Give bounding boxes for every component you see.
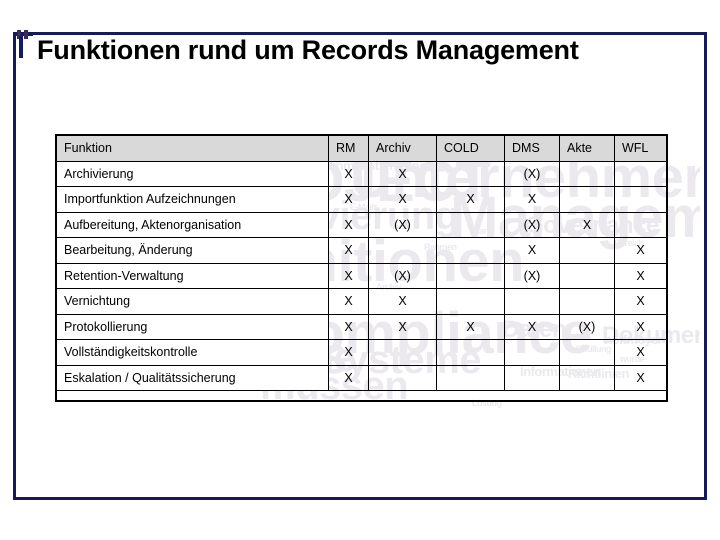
cell-cold [436,288,505,315]
cell-rm: X [328,262,369,289]
cell-akte [559,288,615,315]
page-title: Funktionen rund um Records Management [37,35,579,65]
cell-cold [436,237,505,264]
title-bar: Funktionen rund um Records Management [13,30,707,90]
cell-wfl: X [614,313,667,340]
table-row: Aufbereitung, Aktenorganisation X (X) (X… [56,211,667,238]
cell-dms: (X) [504,160,560,187]
cell-akte [559,186,615,213]
cell-wfl: X [614,237,667,264]
cell-dms: X [504,186,560,213]
cell-archiv: (X) [368,262,437,289]
cell-funktion: Importfunktion Aufzeichnungen [56,186,329,213]
cell-archiv: X [368,313,437,340]
table-row: Importfunktion Aufzeichnungen X X X X [56,186,667,213]
cell-funktion: Aufbereitung, Aktenorganisation [56,211,329,238]
bookmark-flag-icon [13,30,33,58]
table-row: Bearbeitung, Änderung X X X [56,237,667,264]
cell-funktion: Archivierung [56,160,329,187]
cell-cold: X [436,313,505,340]
cell-rm: X [328,211,369,238]
column-header-funktion: Funktion [56,135,329,162]
cell-cold [436,262,505,289]
cell-archiv: X [368,186,437,213]
cell-funktion: Vernichtung [56,288,329,315]
cell-wfl: X [614,339,667,366]
cell-akte [559,339,615,366]
cell-dms: (X) [504,211,560,238]
cell-akte: (X) [559,313,615,340]
column-header-rm: RM [328,135,369,162]
column-header-akte: Akte [559,135,615,162]
cell-cold [436,364,505,391]
cell-rm: X [328,313,369,340]
cell-archiv [368,339,437,366]
cell-akte: X [559,211,615,238]
cell-akte [559,364,615,391]
table-row: Vollständigkeitskontrolle X X [56,339,667,366]
cell-funktion: Bearbeitung, Änderung [56,237,329,264]
cell-rm: X [328,339,369,366]
cell-archiv: (X) [368,211,437,238]
cell-funktion: Vollständigkeitskontrolle [56,339,329,366]
cell-cold [436,160,505,187]
cell-archiv: X [368,288,437,315]
cell-rm: X [328,186,369,213]
table-header-row: Funktion RM Archiv COLD DMS Akte WFL [56,135,667,162]
table-row: Archivierung X X (X) [56,160,667,187]
table-row: Vernichtung X X X [56,288,667,315]
column-header-wfl: WFL [614,135,667,162]
cell-wfl [614,186,667,213]
cell-dms: X [504,237,560,264]
cell-rm: X [328,288,369,315]
table-row: Protokollierung X X X X (X) X [56,313,667,340]
cell-archiv [368,237,437,264]
watermark-word: Lösung [472,398,502,408]
column-header-dms: DMS [504,135,560,162]
cell-cold [436,339,505,366]
cell-akte [559,262,615,289]
cell-akte [559,237,615,264]
cell-archiv: X [368,160,437,187]
column-header-archiv: Archiv [368,135,437,162]
cell-dms: (X) [504,262,560,289]
column-header-cold: COLD [436,135,505,162]
cell-wfl: X [614,364,667,391]
cell-archiv [368,364,437,391]
cell-akte [559,160,615,187]
cell-cold: X [436,186,505,213]
funktionen-matrix-table: Funktion RM Archiv COLD DMS Akte WFL Arc… [56,135,667,391]
cell-dms [504,339,560,366]
cell-dms: X [504,313,560,340]
cell-dms [504,364,560,391]
cell-dms [504,288,560,315]
cell-funktion: Retention-Verwaltung [56,262,329,289]
cell-cold [436,211,505,238]
table-row: Eskalation / Qualitätssicherung X X [56,364,667,391]
cell-rm: X [328,237,369,264]
cell-rm: X [328,160,369,187]
cell-rm: X [328,364,369,391]
slide-canvas: PROJECT Unternehmen Management Definitio… [0,0,720,540]
cell-wfl: X [614,262,667,289]
cell-wfl [614,160,667,187]
cell-funktion: Eskalation / Qualitätssicherung [56,364,329,391]
cell-wfl: X [614,288,667,315]
cell-wfl [614,211,667,238]
cell-funktion: Protokollierung [56,313,329,340]
table-row: Retention-Verwaltung X (X) (X) X [56,262,667,289]
